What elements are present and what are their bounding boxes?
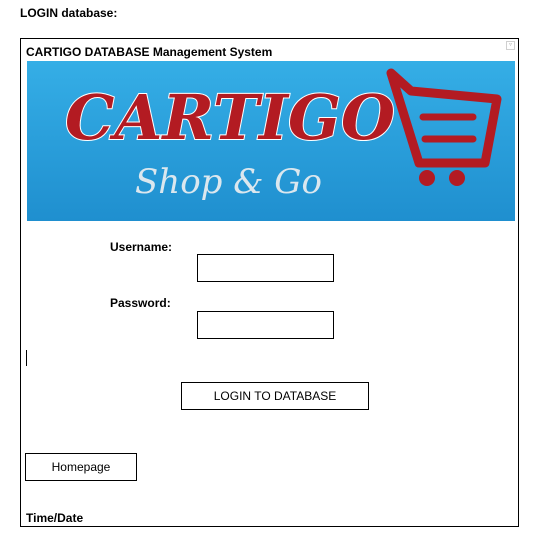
login-panel: CARTIGO DATABASE Management System ▿ CAR… xyxy=(20,38,519,527)
cartigo-banner: CARTIGO Shop & Go xyxy=(27,61,515,221)
password-label: Password: xyxy=(110,296,171,310)
panel-title: CARTIGO DATABASE Management System xyxy=(26,45,273,59)
banner-tagline-text: Shop & Go xyxy=(135,162,322,202)
expand-arrow-icon[interactable]: ▿ xyxy=(506,41,515,50)
password-input[interactable] xyxy=(197,311,334,339)
homepage-button[interactable]: Homepage xyxy=(25,453,137,481)
time-date-label: Time/Date xyxy=(26,511,84,525)
text-cursor xyxy=(26,350,27,366)
banner-brand-text: CARTIGO xyxy=(65,81,395,154)
banner-graphic: CARTIGO Shop & Go xyxy=(27,61,515,221)
page-title: LOGIN database: xyxy=(20,6,118,20)
username-input[interactable] xyxy=(197,254,334,282)
login-button[interactable]: LOGIN TO DATABASE xyxy=(181,382,369,410)
username-label: Username: xyxy=(110,240,173,254)
